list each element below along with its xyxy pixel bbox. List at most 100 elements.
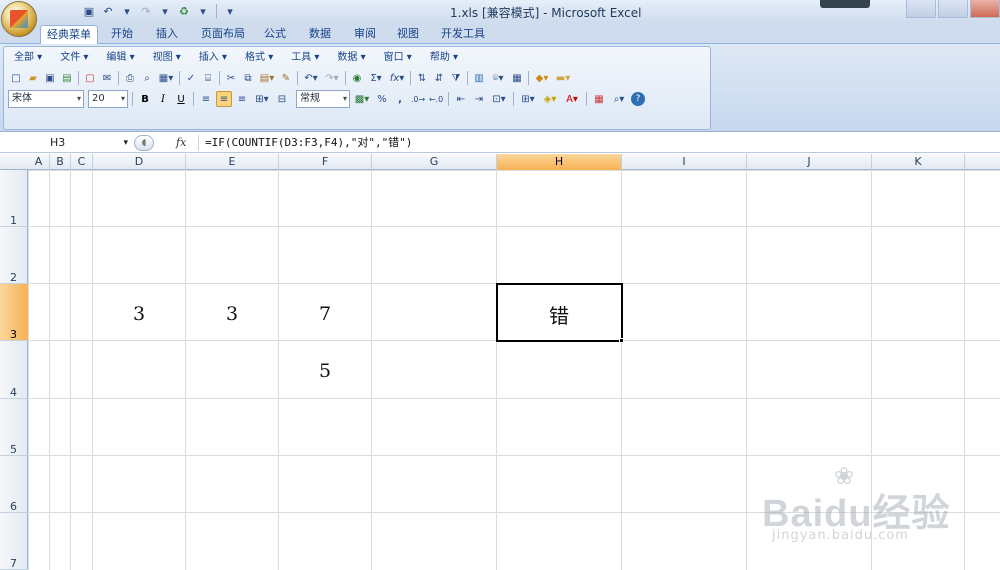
bold-button[interactable]: B xyxy=(137,91,153,107)
new-file-icon[interactable]: □ xyxy=(8,70,24,86)
wrap-text-icon[interactable]: ⊟ xyxy=(274,91,290,107)
styles-icon[interactable]: ◆▾ xyxy=(532,70,552,86)
tab-view[interactable]: 视图 xyxy=(391,25,425,44)
menu-data[interactable]: 数据 ▾ xyxy=(331,50,371,66)
percent-button[interactable]: % xyxy=(374,91,390,107)
row-header-5[interactable]: 5 xyxy=(0,399,28,456)
align-center-icon[interactable]: ≡ xyxy=(216,91,232,107)
comma-button[interactable]: , xyxy=(392,91,408,107)
maximize-button[interactable] xyxy=(938,0,968,18)
column-header-A[interactable]: A xyxy=(28,154,50,170)
tab-formulas[interactable]: 公式 xyxy=(258,25,292,44)
format-painter-icon[interactable]: ✎ xyxy=(278,70,294,86)
borders-icon[interactable]: ⊞▾ xyxy=(518,91,538,107)
menu-tools[interactable]: 工具 ▾ xyxy=(285,50,325,66)
font-name-combo[interactable]: 宋体 ▾ xyxy=(8,90,84,108)
insert-function-icon[interactable]: fx ▾ xyxy=(387,70,407,86)
tab-page-layout[interactable]: 页面布局 xyxy=(195,25,251,44)
spelling-icon[interactable]: ✓ xyxy=(183,70,199,86)
menu-help[interactable]: 帮助 ▾ xyxy=(424,50,464,66)
cut-icon[interactable]: ✂ xyxy=(223,70,239,86)
redo-icon[interactable]: ↷▾ xyxy=(322,70,342,86)
increase-decimal-icon[interactable]: .0→ xyxy=(410,91,426,107)
tab-classic-menu[interactable]: 经典菜单 xyxy=(40,25,98,44)
formula-input[interactable]: =IF(COUNTIF(D3:F3,F4),"对","错") xyxy=(198,135,998,151)
menu-window[interactable]: 窗口 ▾ xyxy=(378,50,418,66)
column-header-C[interactable]: C xyxy=(71,154,93,170)
row-header-4[interactable]: 4 xyxy=(0,341,28,399)
find-icon[interactable]: ⌕▾ xyxy=(609,91,629,107)
repeat-icon[interactable]: ♻ xyxy=(176,3,192,19)
save-icon[interactable]: ▣ xyxy=(42,70,58,86)
menu-view[interactable]: 视图 ▾ xyxy=(147,50,187,66)
filter-icon[interactable]: ⧩ xyxy=(448,70,464,86)
decrease-decimal-icon[interactable]: ←.0 xyxy=(428,91,444,107)
redo-dropdown-icon[interactable]: ▾ xyxy=(157,3,173,19)
formula-cancel-button[interactable]: ◖ xyxy=(134,135,154,151)
table-icon[interactable]: ▦ xyxy=(509,70,525,86)
copy-icon[interactable]: ⧉ xyxy=(240,70,256,86)
row-header-7[interactable]: 7 xyxy=(0,513,28,570)
italic-button[interactable]: I xyxy=(155,91,171,107)
orientation-icon[interactable]: ⊡▾ xyxy=(489,91,509,107)
print-icon[interactable]: ⎙ xyxy=(122,70,138,86)
menu-insert[interactable]: 插入 ▾ xyxy=(193,50,233,66)
tab-data[interactable]: 数据 xyxy=(303,25,337,44)
repeat-dropdown-icon[interactable]: ▾ xyxy=(195,3,211,19)
paste-icon[interactable]: ▤▾ xyxy=(257,70,277,86)
column-header-D[interactable]: D xyxy=(93,154,186,170)
underline-button[interactable]: U xyxy=(173,91,189,107)
number-format-combo[interactable]: 常规 ▾ xyxy=(296,90,350,108)
conditional-format-icon[interactable]: ▦ xyxy=(591,91,607,107)
email-icon[interactable]: ✉ xyxy=(99,70,115,86)
menu-all[interactable]: 全部 ▾ xyxy=(8,50,48,66)
autosum-icon[interactable]: Σ ▾ xyxy=(366,70,386,86)
row-header-2[interactable]: 2 xyxy=(0,227,28,284)
fill-handle[interactable] xyxy=(619,338,624,343)
tab-review[interactable]: 审阅 xyxy=(348,25,382,44)
zoom-icon[interactable]: ⌾▾ xyxy=(488,70,508,86)
page-setup-icon[interactable]: ▦▾ xyxy=(156,70,176,86)
hyperlink-icon[interactable]: ◉ xyxy=(349,70,365,86)
cell-F3[interactable]: 7 xyxy=(279,303,371,325)
row-header-1[interactable]: 1 xyxy=(0,170,28,227)
print-preview-icon[interactable]: ⌕ xyxy=(139,70,155,86)
minimize-button[interactable] xyxy=(906,0,936,18)
pdf-icon[interactable]: ▢ xyxy=(82,70,98,86)
sort-ascending-icon[interactable]: ⇅ xyxy=(414,70,430,86)
insert-function-button[interactable]: fx xyxy=(176,135,196,151)
folder-icon[interactable]: ▬▾ xyxy=(553,70,573,86)
row-header-6[interactable]: 6 xyxy=(0,456,28,513)
research-icon[interactable]: ⌸ xyxy=(200,70,216,86)
increase-indent-icon[interactable]: ⇥ xyxy=(471,91,487,107)
column-header-E[interactable]: E xyxy=(186,154,279,170)
customize-qat-icon[interactable]: ▾ xyxy=(222,3,238,19)
close-button[interactable] xyxy=(970,0,1000,18)
row-header-3[interactable]: 3 xyxy=(0,284,28,341)
save-icon[interactable]: ▣ xyxy=(81,3,97,19)
help-icon[interactable]: ? xyxy=(631,92,645,106)
tab-home[interactable]: 开始 xyxy=(105,25,139,44)
merge-center-icon[interactable]: ⊞▾ xyxy=(252,91,272,107)
fill-color-icon[interactable]: ◈▾ xyxy=(540,91,560,107)
open-folder-icon[interactable]: ▰ xyxy=(25,70,41,86)
align-left-icon[interactable]: ≡ xyxy=(198,91,214,107)
cell-D3[interactable]: 3 xyxy=(93,303,185,325)
column-header-B[interactable]: B xyxy=(50,154,71,170)
decrease-indent-icon[interactable]: ⇤ xyxy=(453,91,469,107)
undo-icon[interactable]: ↶▾ xyxy=(301,70,321,86)
cell-E3[interactable]: 3 xyxy=(186,303,278,325)
align-right-icon[interactable]: ≡ xyxy=(234,91,250,107)
cell-F4[interactable]: 5 xyxy=(279,360,371,382)
font-color-icon[interactable]: A▾ xyxy=(562,91,582,107)
undo-icon[interactable]: ↶ xyxy=(100,3,116,19)
sort-descending-icon[interactable]: ⇵ xyxy=(431,70,447,86)
tab-developer[interactable]: 开发工具 xyxy=(435,25,491,44)
column-header-H[interactable]: H xyxy=(497,154,622,170)
permission-icon[interactable]: ▤ xyxy=(59,70,75,86)
undo-dropdown-icon[interactable]: ▾ xyxy=(119,3,135,19)
column-header-I[interactable]: I xyxy=(622,154,747,170)
currency-icon[interactable]: ▩▾ xyxy=(352,91,372,107)
column-header-K[interactable]: K xyxy=(872,154,965,170)
column-header-F[interactable]: F xyxy=(279,154,372,170)
